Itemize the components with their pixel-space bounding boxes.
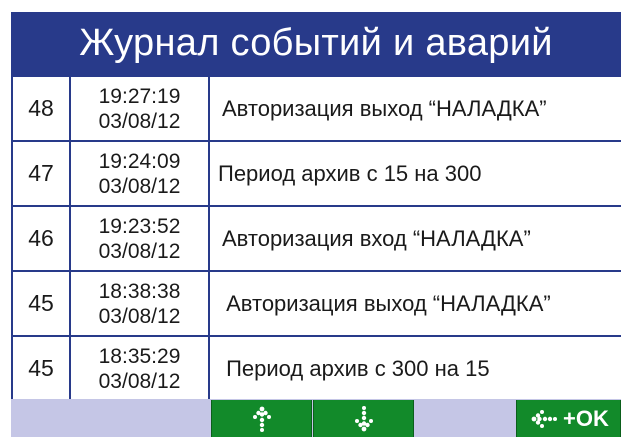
event-date: 03/08/12	[98, 174, 181, 198]
event-log-panel: Журнал событий и аварий 48 19:27:19 03/0…	[11, 12, 621, 437]
scroll-down-button[interactable]	[313, 400, 414, 437]
arrow-left-dotted-icon	[531, 409, 557, 428]
event-message: Период архив с 15 на 300	[218, 160, 482, 186]
ok-button[interactable]: +OK	[516, 400, 621, 437]
event-date: 03/08/12	[98, 239, 181, 263]
event-timestamp: 18:35:29 03/08/12	[71, 337, 210, 400]
event-timestamp: 19:27:19 03/08/12	[71, 77, 210, 140]
bottom-toolbar: +OK	[11, 399, 621, 437]
event-table: 48 19:27:19 03/08/12 Авторизация выход “…	[11, 75, 621, 402]
arrow-down-dotted-icon	[354, 405, 373, 431]
event-date: 03/08/12	[98, 304, 181, 328]
arrow-up-dotted-icon	[252, 406, 271, 432]
page-title-text: Журнал событий и аварий	[79, 22, 553, 64]
table-row[interactable]: 46 19:23:52 03/08/12 Авторизация вход “Н…	[13, 207, 621, 272]
event-date: 03/08/12	[98, 369, 181, 393]
event-number: 45	[13, 272, 71, 335]
event-message: Период архив с 300 на 15	[220, 355, 490, 381]
event-message: Авторизация выход “НАЛАДКА”	[222, 95, 547, 121]
event-time: 19:24:09	[98, 149, 181, 173]
event-number: 46	[13, 207, 71, 270]
event-timestamp: 19:23:52 03/08/12	[71, 207, 210, 270]
table-row[interactable]: 48 19:27:19 03/08/12 Авторизация выход “…	[13, 77, 621, 142]
event-message: Авторизация выход “НАЛАДКА”	[220, 290, 551, 316]
table-row[interactable]: 47 19:24:09 03/08/12 Период архив с 15 н…	[13, 142, 621, 207]
table-row[interactable]: 45 18:35:29 03/08/12 Период архив с 300 …	[13, 337, 621, 402]
event-number: 47	[13, 142, 71, 205]
event-message: Авторизация вход “НАЛАДКА”	[222, 225, 531, 251]
event-number: 48	[13, 77, 71, 140]
table-row[interactable]: 45 18:38:38 03/08/12 Авторизация выход “…	[13, 272, 621, 337]
event-date: 03/08/12	[98, 109, 181, 133]
event-time: 19:27:19	[98, 84, 181, 108]
event-number: 45	[13, 337, 71, 400]
event-time: 18:35:29	[98, 344, 181, 368]
event-time: 19:23:52	[98, 214, 181, 238]
event-timestamp: 19:24:09 03/08/12	[71, 142, 210, 205]
ok-button-label: +OK	[563, 405, 609, 431]
scroll-up-button[interactable]	[211, 400, 312, 437]
event-time: 18:38:38	[98, 279, 181, 303]
page-title: Журнал событий и аварий	[11, 12, 621, 75]
event-timestamp: 18:38:38 03/08/12	[71, 272, 210, 335]
